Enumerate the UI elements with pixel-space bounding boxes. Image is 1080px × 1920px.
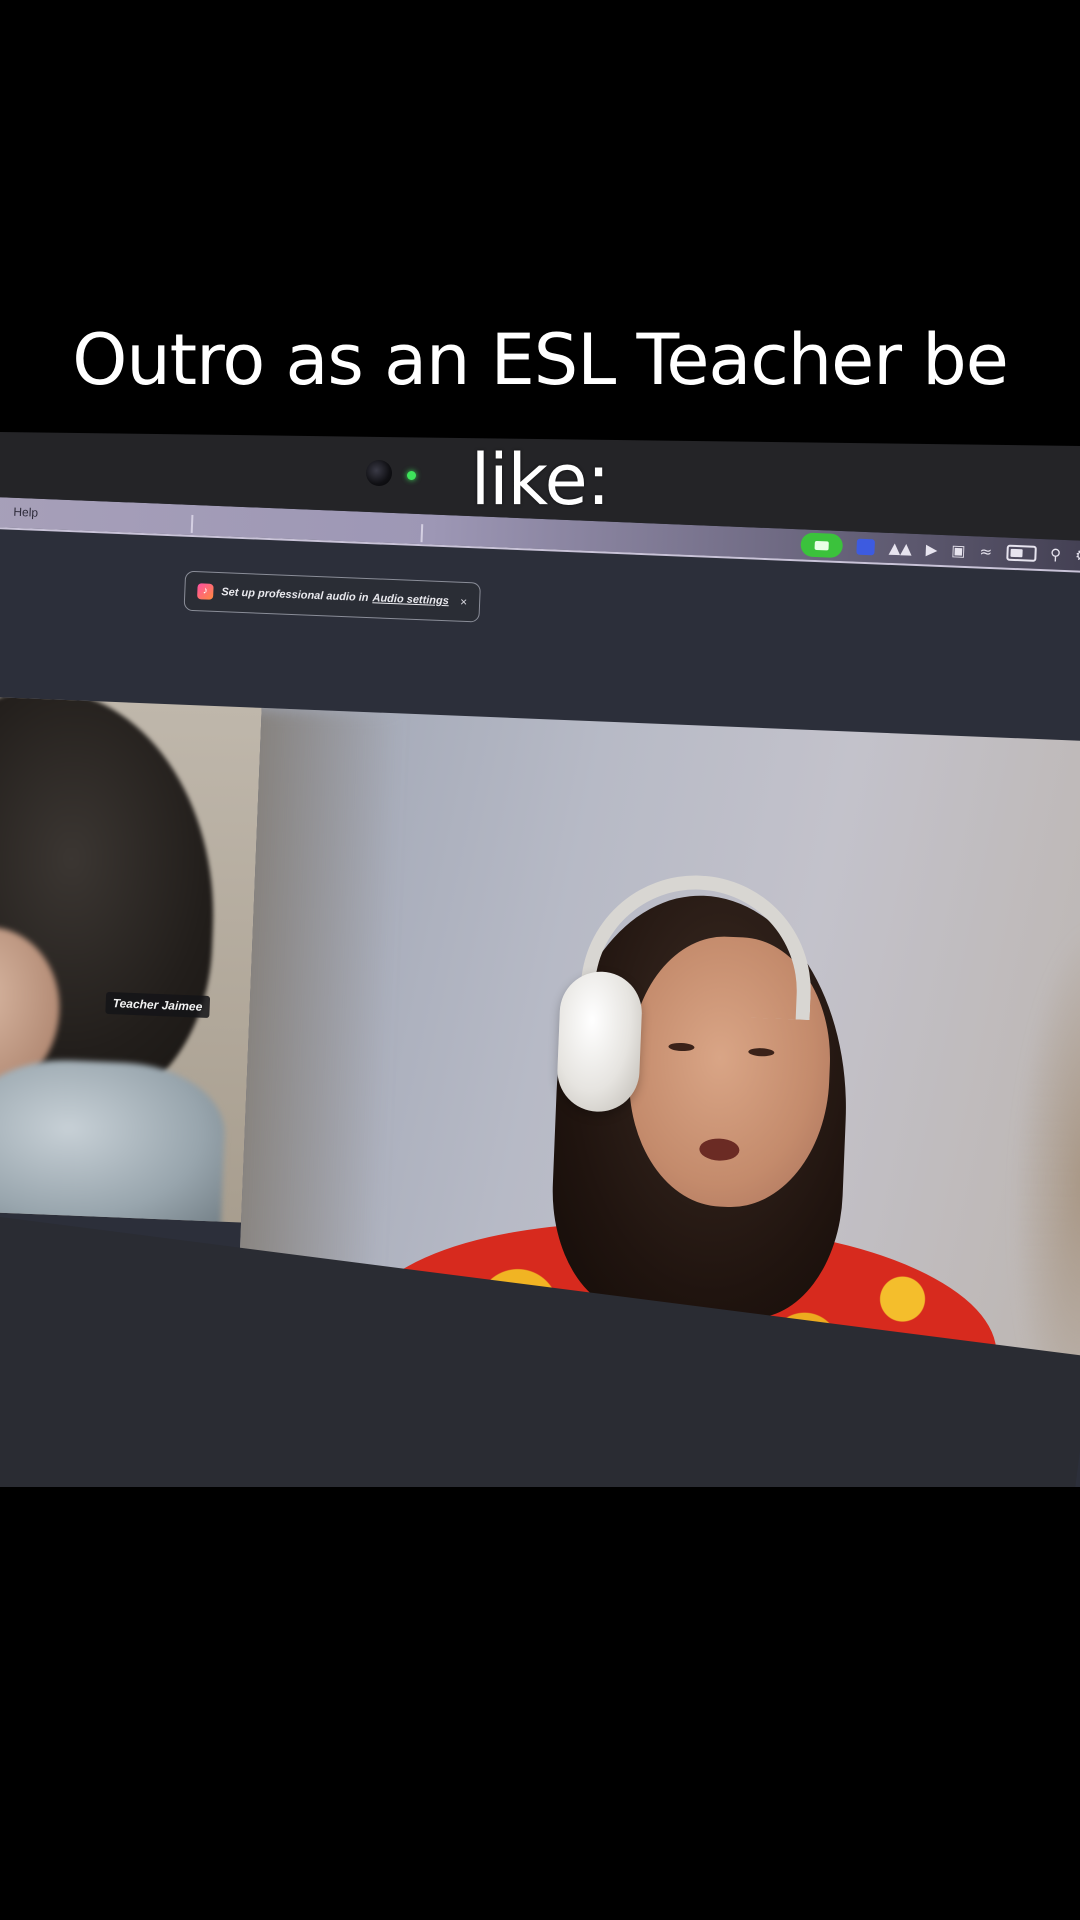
participant-name-label: Teacher Jaimee (105, 991, 210, 1019)
laptop-screen: Help ▲▲ ▶ ▣ ≈ ⚲ ⚙ ♪ Set up professional … (0, 496, 1080, 1487)
close-icon[interactable]: × (460, 595, 468, 609)
meet-icon[interactable] (856, 538, 876, 556)
student-clothes (0, 1056, 228, 1223)
caption-line-1: Outro as an ESL Teacher be (72, 319, 1009, 401)
battery-icon[interactable] (1005, 544, 1037, 562)
music-note-icon: ♪ (197, 583, 214, 600)
audio-settings-notification: ♪ Set up professional audio in Audio set… (183, 570, 481, 623)
control-center-icon[interactable]: ⚙ (1075, 543, 1080, 568)
menu-help[interactable]: Help (13, 505, 38, 520)
audio-settings-link[interactable]: Audio settings (372, 592, 449, 607)
laptop: Help ▲▲ ▶ ▣ ≈ ⚲ ⚙ ♪ Set up professional … (0, 432, 1080, 1487)
display-icon[interactable]: ▣ (951, 538, 966, 563)
video-frame: Outro as an ESL Teacher be like: Help ▲▲… (0, 0, 1080, 1920)
search-icon[interactable]: ⚲ (1050, 542, 1062, 566)
participant-video-tile[interactable] (0, 695, 262, 1223)
notification-text: Set up professional audio in (221, 586, 369, 605)
wifi-icon[interactable]: ≈ (979, 540, 993, 564)
headphones-icon (555, 970, 644, 1114)
play-circle-icon[interactable]: ▶ (925, 537, 938, 561)
caption: Outro as an ESL Teacher be like: (40, 300, 1040, 540)
caption-line-2: like: (470, 439, 611, 521)
